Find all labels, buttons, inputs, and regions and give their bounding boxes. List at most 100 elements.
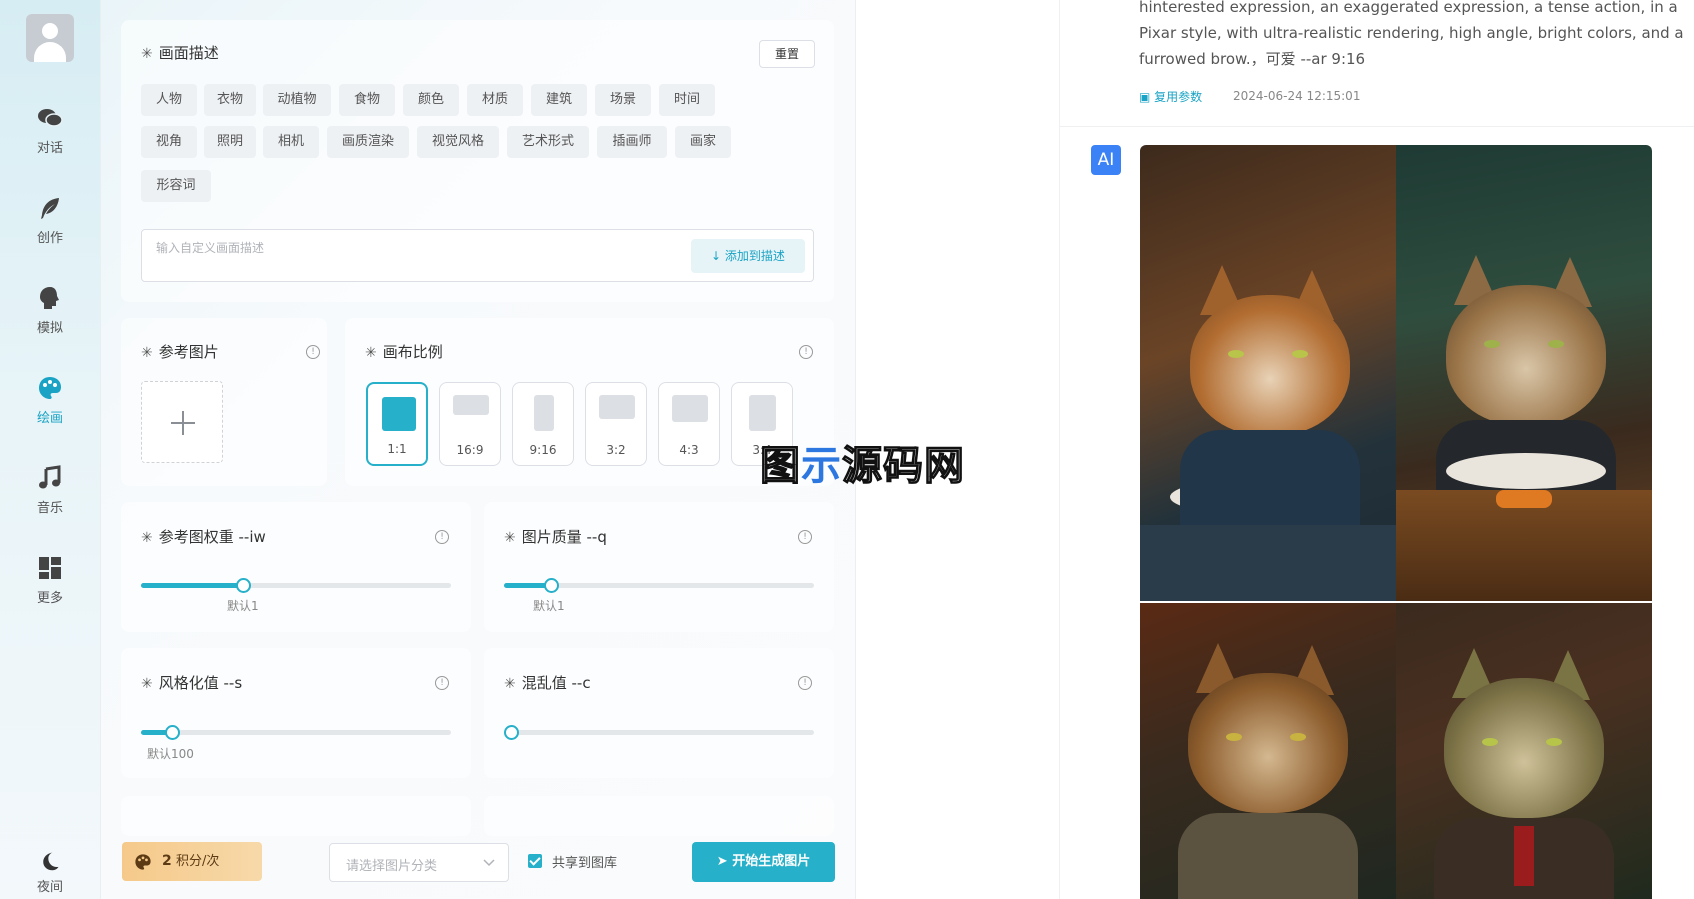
tag-button[interactable]: 人物 (141, 84, 197, 116)
user-avatar[interactable] (26, 14, 74, 62)
palette-icon (39, 377, 61, 399)
generate-image-button[interactable]: ➤ 开始生成图片 (692, 842, 835, 882)
moon-icon (43, 852, 59, 871)
tag-button[interactable]: 相机 (263, 126, 319, 158)
credits-count: 2 (162, 853, 172, 869)
sidebar-item-label: 对话 (36, 141, 63, 156)
send-icon: ➤ (716, 854, 733, 869)
custom-prompt-placeholder: 输入自定义画面描述 (156, 241, 265, 255)
sidebar-item-label: 创作 (36, 231, 63, 246)
previous-prompt-text: hinterested expression, an exaggerated e… (1139, 0, 1684, 68)
watermark-logo: 图示源码网 (759, 442, 965, 489)
next-option-card (484, 796, 834, 836)
iw-slider[interactable] (141, 578, 451, 593)
slider-handle[interactable] (165, 725, 180, 740)
iw-slider-title: ✳ 参考图权重 --iw (141, 528, 266, 546)
sidebar-item-more[interactable]: 更多 (0, 555, 100, 606)
tag-button[interactable]: 动植物 (263, 84, 331, 116)
copy-icon: ▣ (1139, 90, 1155, 104)
generated-image-2[interactable] (1396, 145, 1652, 601)
info-icon[interactable]: ! (306, 345, 320, 359)
arrow-down-icon: ↓ (711, 249, 725, 263)
custom-prompt-input[interactable]: 输入自定义画面描述 ↓ 添加到描述 (141, 229, 814, 282)
info-icon[interactable]: ! (798, 530, 812, 544)
ratio-option-1-1[interactable]: 1:1 (366, 382, 428, 466)
quality-slider[interactable] (504, 578, 814, 593)
image-category-select[interactable]: 请选择图片分类 (329, 843, 509, 882)
credits-unit: 积分/次 (176, 854, 220, 869)
ratio-option-16-9[interactable]: 16:9 (439, 382, 501, 466)
message-timestamp: 2024-06-24 12:15:01 (1233, 89, 1361, 103)
tag-button[interactable]: 材质 (467, 84, 523, 116)
music-note-icon (39, 465, 61, 489)
tag-button[interactable]: 衣物 (204, 84, 256, 116)
add-to-description-button[interactable]: ↓ 添加到描述 (691, 239, 805, 273)
night-mode-toggle[interactable]: 夜间 (0, 850, 100, 895)
sidebar-item-label: 更多 (36, 591, 63, 606)
generated-image-1[interactable] (1140, 145, 1396, 601)
next-option-card (121, 796, 471, 836)
slider-default-label: 默认1 (533, 599, 565, 613)
sidebar-item-music[interactable]: 音乐 (0, 465, 100, 516)
slider-handle[interactable] (504, 725, 519, 740)
head-profile-icon (40, 287, 59, 309)
tag-button[interactable]: 时间 (659, 84, 715, 116)
upload-image-button[interactable] (141, 381, 223, 463)
left-sidebar: 对话 创作 模拟 绘画 音乐 更多 夜间 (0, 0, 100, 899)
tag-button[interactable]: 视觉风格 (417, 126, 499, 158)
stylize-slider[interactable] (141, 725, 451, 740)
sidebar-item-simulate[interactable]: 模拟 (0, 285, 100, 336)
tag-button[interactable]: 食物 (339, 84, 395, 116)
info-icon[interactable]: ! (799, 345, 813, 359)
ai-avatar: AI (1091, 145, 1121, 175)
share-label: 共享到图库 (552, 856, 618, 871)
chaos-slider-card (484, 648, 834, 778)
sidebar-item-label: 音乐 (36, 501, 63, 516)
chaos-slider[interactable] (504, 725, 814, 740)
generated-image-grid[interactable] (1140, 145, 1652, 899)
ratio-option-4-3[interactable]: 4:3 (658, 382, 720, 466)
sidebar-item-paint[interactable]: 绘画 (0, 375, 100, 426)
reset-button[interactable]: 重置 (759, 40, 815, 68)
tag-button[interactable]: 形容词 (141, 170, 211, 202)
painting-settings-panel: ✳ 画面描述 重置 人物 衣物 动植物 食物 颜色 材质 建筑 场景 时间 视角 … (100, 0, 856, 899)
checkbox-checked-icon[interactable] (528, 854, 542, 868)
generated-image-3[interactable] (1140, 603, 1396, 899)
slider-default-label: 默认100 (147, 747, 194, 761)
chaos-slider-title: ✳ 混乱值 --c (504, 674, 591, 692)
info-icon[interactable]: ! (798, 676, 812, 690)
iw-slider-card (121, 502, 471, 632)
palette-icon (135, 854, 151, 870)
quality-slider-title: ✳ 图片质量 --q (504, 528, 607, 546)
sidebar-item-label: 模拟 (36, 321, 63, 336)
canvas-ratio-title: ✳ 画布比例 (365, 343, 443, 361)
info-icon[interactable]: ! (435, 530, 449, 544)
grid-icon (39, 557, 61, 579)
feather-icon (41, 198, 59, 219)
tag-button[interactable]: 画质渲染 (327, 126, 409, 158)
sidebar-item-create[interactable]: 创作 (0, 195, 100, 246)
sidebar-item-chat[interactable]: 对话 (0, 105, 100, 156)
slider-handle[interactable] (544, 578, 559, 593)
ratio-option-3-2[interactable]: 3:2 (585, 382, 647, 466)
tag-button[interactable]: 插画师 (597, 126, 667, 158)
tag-button[interactable]: 照明 (204, 126, 256, 158)
message-divider (1060, 126, 1694, 127)
chevron-down-icon (483, 859, 495, 867)
tag-button[interactable]: 建筑 (531, 84, 587, 116)
reference-title: ✳ 参考图片 (141, 343, 219, 361)
stylize-slider-title: ✳ 风格化值 --s (141, 674, 243, 692)
reuse-params-link[interactable]: ▣ 复用参数 (1139, 88, 1202, 105)
slider-handle[interactable] (236, 578, 251, 593)
ratio-option-9-16[interactable]: 9:16 (512, 382, 574, 466)
chat-history-area: hinterested expression, an exaggerated e… (1059, 0, 1694, 899)
tag-button[interactable]: 视角 (141, 126, 197, 158)
category-placeholder: 请选择图片分类 (346, 859, 438, 874)
generated-image-4[interactable] (1396, 603, 1652, 899)
tag-button[interactable]: 颜色 (403, 84, 459, 116)
sidebar-item-label: 绘画 (36, 411, 63, 426)
info-icon[interactable]: ! (435, 676, 449, 690)
tag-button[interactable]: 画家 (675, 126, 731, 158)
tag-button[interactable]: 场景 (595, 84, 651, 116)
tag-button[interactable]: 艺术形式 (507, 126, 589, 158)
